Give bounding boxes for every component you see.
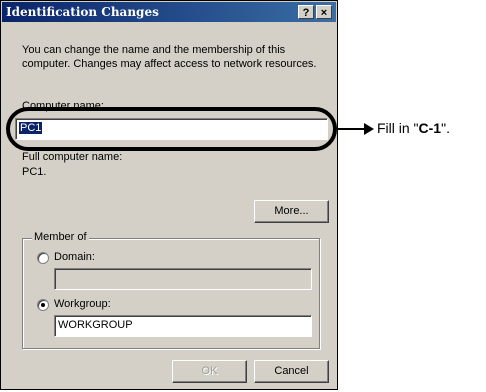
highlight-oval [6, 107, 337, 151]
domain-label: Domain: [54, 251, 95, 263]
close-icon: × [320, 7, 328, 19]
annotation-value: C-1 [418, 120, 442, 136]
full-computer-name-value: PC1. [22, 166, 47, 178]
domain-input[interactable] [54, 268, 312, 290]
ok-button[interactable]: OK [172, 360, 247, 383]
annotation-text: Fill in "C-1". [377, 120, 450, 136]
dialog-title: Identification Changes [6, 5, 159, 19]
full-computer-name-label: Full computer name: [22, 151, 123, 163]
member-of-title: Member of [32, 231, 89, 243]
close-button[interactable]: × [316, 5, 332, 19]
cancel-button[interactable]: Cancel [254, 360, 329, 383]
radio-selected-dot [41, 303, 45, 307]
arrow-icon [364, 123, 374, 135]
annotation-prefix: Fill in " [377, 120, 419, 136]
annotation-line [337, 128, 367, 130]
help-button[interactable]: ? [298, 5, 314, 19]
dialog-titlebar: Identification Changes ? × [2, 2, 336, 22]
identification-changes-dialog: Identification Changes ? × You can chang… [0, 0, 338, 390]
workgroup-label: Workgroup: [54, 298, 111, 310]
intro-text: You can change the name and the membersh… [22, 44, 317, 70]
help-icon: ? [302, 7, 310, 19]
workgroup-input[interactable]: WORKGROUP [54, 315, 312, 337]
workgroup-radio[interactable] [37, 299, 49, 311]
domain-radio[interactable] [37, 252, 49, 264]
more-button[interactable]: More... [254, 200, 329, 223]
annotation-suffix: ". [441, 120, 450, 136]
